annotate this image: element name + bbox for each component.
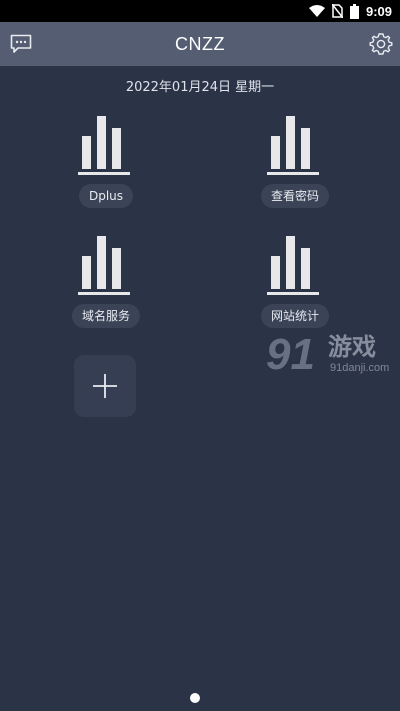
bar-chart-icon bbox=[78, 236, 130, 295]
gear-icon bbox=[369, 33, 393, 55]
bar-chart-icon bbox=[78, 116, 130, 175]
app-title: CNZZ bbox=[175, 34, 225, 54]
plus-icon bbox=[93, 374, 117, 398]
status-time: 9:09 bbox=[365, 3, 392, 19]
date-text: 2022年01月24日 星期一 bbox=[125, 80, 275, 95]
no-sim-icon bbox=[331, 4, 343, 18]
tile-label: 查看密码 bbox=[260, 184, 330, 208]
bar-chart-icon bbox=[267, 116, 319, 175]
tile-domain-service[interactable]: 域名服务 bbox=[51, 234, 161, 334]
app-bar: CNZZ bbox=[0, 22, 400, 66]
settings-button[interactable] bbox=[368, 31, 394, 57]
watermark-text: 游戏 bbox=[328, 333, 376, 361]
tile-dplus[interactable]: Dplus bbox=[51, 114, 161, 214]
watermark-url: 91danji.com bbox=[330, 362, 390, 374]
tile-view-password[interactable]: 查看密码 bbox=[240, 114, 350, 214]
bar-chart-icon bbox=[267, 236, 319, 295]
status-bar: 9:09 bbox=[0, 0, 400, 22]
battery-icon bbox=[349, 3, 359, 19]
tile-label: Dplus bbox=[78, 184, 134, 208]
status-icons: 9:09 bbox=[308, 0, 392, 22]
watermark-logo: 91 游戏 91danji.com bbox=[266, 330, 398, 380]
tile-label: 网站统计 bbox=[260, 304, 330, 328]
tile-label: 域名服务 bbox=[71, 304, 141, 328]
page-indicator-dot bbox=[190, 693, 200, 703]
watermark-digits: 91 bbox=[266, 330, 315, 379]
tile-site-statistics[interactable]: 网站统计 bbox=[240, 234, 350, 334]
add-tile-button[interactable] bbox=[74, 355, 136, 417]
wifi-icon bbox=[308, 5, 325, 17]
